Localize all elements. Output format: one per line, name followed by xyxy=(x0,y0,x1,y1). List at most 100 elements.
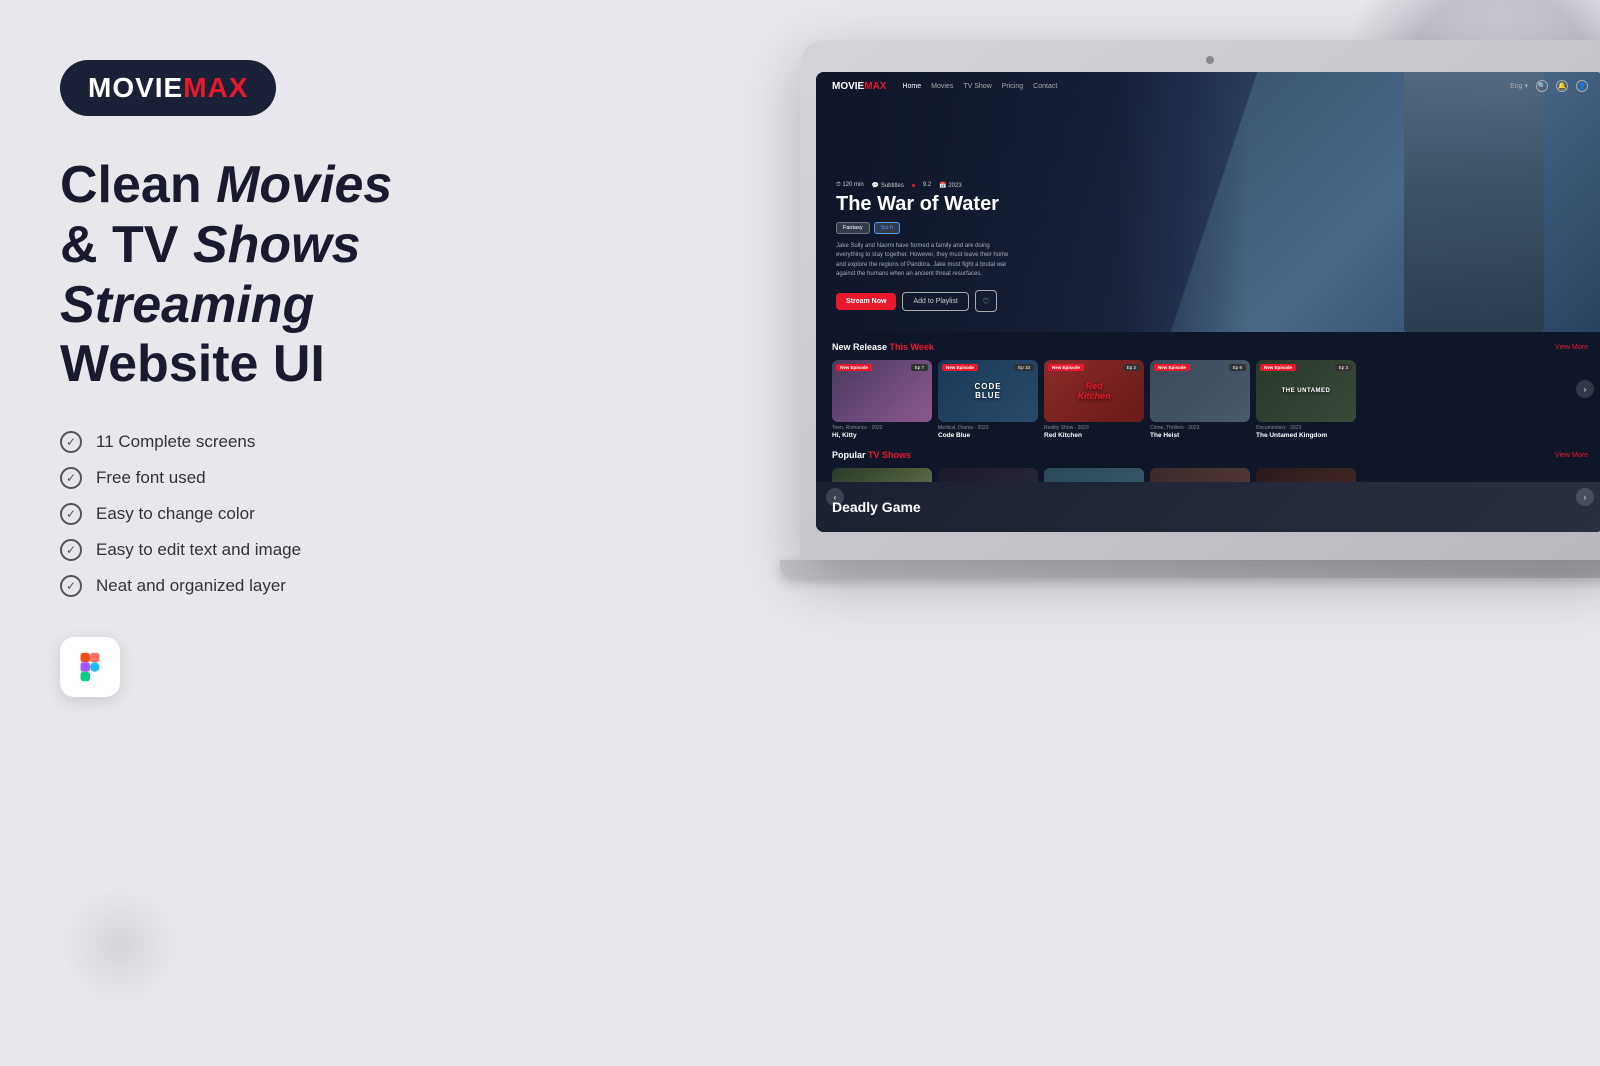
card-genre: Teen, Romance · 2022 xyxy=(832,425,932,431)
check-icon: ✓ xyxy=(60,503,82,525)
nav-link-tvshow[interactable]: TV Show xyxy=(963,83,991,90)
feature-label: 11 Complete screens xyxy=(96,432,255,452)
feature-item: ✓ Neat and organized layer xyxy=(60,575,480,597)
card-title: The Heist xyxy=(1150,432,1250,439)
hero-meta: ⏱ 120 min 💬 Subtitles 9.2 📅 2023 xyxy=(836,182,1016,189)
navbar: MOVIEMAX Home Movies TV Show Pricing Con… xyxy=(816,72,1600,100)
add-to-playlist-button[interactable]: Add to Playlist xyxy=(902,292,968,311)
card-info: Documentary · 2023 The Untamed Kingdom xyxy=(1256,422,1356,442)
popular-tv-view-more[interactable]: View More xyxy=(1555,452,1588,459)
check-icon: ✓ xyxy=(60,575,82,597)
deadly-game-title: Deadly Game xyxy=(832,499,921,515)
card-thumb: New Episode Ep 7 xyxy=(832,360,932,422)
card-title: Code Blue xyxy=(938,432,1038,439)
feature-label: Free font used xyxy=(96,468,206,488)
logo-text: MOVIEMAX xyxy=(88,72,248,104)
soldier-figure xyxy=(1404,72,1544,332)
stream-now-button[interactable]: Stream Now xyxy=(836,293,896,310)
new-episode-badge: New Episode xyxy=(942,364,978,371)
new-release-header: New Release This Week View More xyxy=(832,342,1588,352)
card-thumb: New Episode Ep 6 xyxy=(1150,360,1250,422)
card-thumb: New Episode Ep 10 CODEBLUE xyxy=(938,360,1038,422)
logo-movie: MOVIE xyxy=(88,72,183,103)
new-episode-badge: New Episode xyxy=(836,364,872,371)
movie-card-untamed-kingdom[interactable]: New Episode Ep 3 THE UNTAMED Documentary… xyxy=(1256,360,1356,442)
nav-lang[interactable]: Eng ▾ xyxy=(1510,82,1528,90)
feature-item: ✓ Free font used xyxy=(60,467,480,489)
laptop-body: MOVIEMAX Home Movies TV Show Pricing Con… xyxy=(800,40,1600,560)
new-episode-badge: New Episode xyxy=(1048,364,1084,371)
episode-number: Ep 2 xyxy=(1123,364,1140,371)
user-icon[interactable]: 👤 xyxy=(1576,80,1588,92)
movie-card-hi-kitty[interactable]: New Episode Ep 7 Teen, Romance · 2022 Hi… xyxy=(832,360,932,442)
logo-max: MAX xyxy=(183,72,248,103)
laptop-camera xyxy=(1206,56,1214,64)
popular-tv-header: Popular TV Shows View More xyxy=(832,450,1588,460)
laptop-mockup: MOVIEMAX Home Movies TV Show Pricing Con… xyxy=(800,40,1600,600)
hero-tag-scifi: Sci-fi xyxy=(874,222,900,234)
feature-label: Easy to edit text and image xyxy=(96,540,301,560)
card-info: Teen, Romance · 2022 Hi, Kitty xyxy=(832,422,932,442)
new-release-view-more[interactable]: View More xyxy=(1555,344,1588,351)
check-icon: ✓ xyxy=(60,467,82,489)
popular-tv-label: Popular xyxy=(832,450,868,460)
new-release-cards: New Episode Ep 7 Teen, Romance · 2022 Hi… xyxy=(832,360,1588,442)
episode-number: Ep 7 xyxy=(911,364,928,371)
hero-rating: 9.2 xyxy=(923,182,931,188)
nav-logo: MOVIEMAX xyxy=(832,81,886,92)
feature-label: Easy to change color xyxy=(96,504,255,524)
nav-links: Home Movies TV Show Pricing Contact xyxy=(902,83,1510,90)
card-text: THE UNTAMED xyxy=(1282,388,1331,394)
card-info: Crime, Thrillers · 2023 The Heist xyxy=(1150,422,1250,442)
card-title: The Untamed Kingdom xyxy=(1256,432,1356,439)
nav-right: Eng ▾ 🔍 🔔 👤 xyxy=(1510,80,1588,92)
episode-number: Ep 3 xyxy=(1335,364,1352,371)
feature-item: ✓ Easy to change color xyxy=(60,503,480,525)
new-release-highlight: This Week xyxy=(890,342,934,352)
nav-link-contact[interactable]: Contact xyxy=(1033,83,1057,90)
movie-card-code-blue[interactable]: New Episode Ep 10 CODEBLUE Medical, Dram… xyxy=(938,360,1038,442)
card-info: Medical, Drama · 2023 Code Blue xyxy=(938,422,1038,442)
hero-title: The War of Water xyxy=(836,193,1016,216)
laptop-screen: MOVIEMAX Home Movies TV Show Pricing Con… xyxy=(816,72,1600,532)
hero-tag-fantasy: Fantasy xyxy=(836,222,870,234)
card-text: RedKitchen xyxy=(1077,381,1110,401)
search-icon[interactable]: 🔍 xyxy=(1536,80,1548,92)
hero-content: ⏱ 120 min 💬 Subtitles 9.2 📅 2023 The War… xyxy=(836,182,1016,312)
tv-carousel-next-button[interactable]: › xyxy=(1576,488,1594,506)
nav-link-home[interactable]: Home xyxy=(902,83,921,90)
movie-card-the-heist[interactable]: New Episode Ep 6 Crime, Thrillers · 2023… xyxy=(1150,360,1250,442)
carousel-next-button[interactable]: › xyxy=(1576,380,1594,398)
figma-icon xyxy=(72,649,108,685)
card-genre: Medical, Drama · 2023 xyxy=(938,425,1038,431)
card-genre: Documentary · 2023 xyxy=(1256,425,1356,431)
feature-item: ✓ Easy to edit text and image xyxy=(60,539,480,561)
new-episode-badge: New Episode xyxy=(1260,364,1296,371)
laptop-base xyxy=(780,560,1600,578)
hero-section: MOVIEMAX Home Movies TV Show Pricing Con… xyxy=(816,72,1600,332)
hero-subtitles: 💬 Subtitles xyxy=(872,182,904,189)
new-release-title: New Release This Week xyxy=(832,342,934,352)
nav-link-movies[interactable]: Movies xyxy=(931,83,953,90)
main-headline: Clean Movies & TV Shows Streaming Websit… xyxy=(60,156,480,395)
hero-buttons: Stream Now Add to Playlist ♡ xyxy=(836,290,1016,312)
left-panel: MOVIEMAX Clean Movies & TV Shows Streami… xyxy=(60,60,480,697)
nav-link-pricing[interactable]: Pricing xyxy=(1002,83,1023,90)
card-thumb: New Episode Ep 2 RedKitchen xyxy=(1044,360,1144,422)
card-thumb: New Episode Ep 3 THE UNTAMED xyxy=(1256,360,1356,422)
hero-tags: Fantasy Sci-fi xyxy=(836,222,1016,234)
card-genre: Crime, Thrillers · 2023 xyxy=(1150,425,1250,431)
movie-card-red-kitchen[interactable]: New Episode Ep 2 RedKitchen Reality Show… xyxy=(1044,360,1144,442)
popular-tv-title: Popular TV Shows xyxy=(832,450,911,460)
episode-number: Ep 6 xyxy=(1229,364,1246,371)
carousel-prev-button[interactable]: ‹ xyxy=(826,488,844,506)
hero-description: Jake Sully and Naomi have formed a famil… xyxy=(836,242,1016,280)
heart-button[interactable]: ♡ xyxy=(975,290,997,312)
card-genre: Reality Show · 2023 xyxy=(1044,425,1144,431)
card-title: Red Kitchen xyxy=(1044,432,1144,439)
notification-icon[interactable]: 🔔 xyxy=(1556,80,1568,92)
check-icon: ✓ xyxy=(60,539,82,561)
new-release-label: New Release xyxy=(832,342,890,352)
deadly-game-section: Deadly Game xyxy=(816,482,1600,532)
bg-decoration-bottom xyxy=(60,886,180,1006)
